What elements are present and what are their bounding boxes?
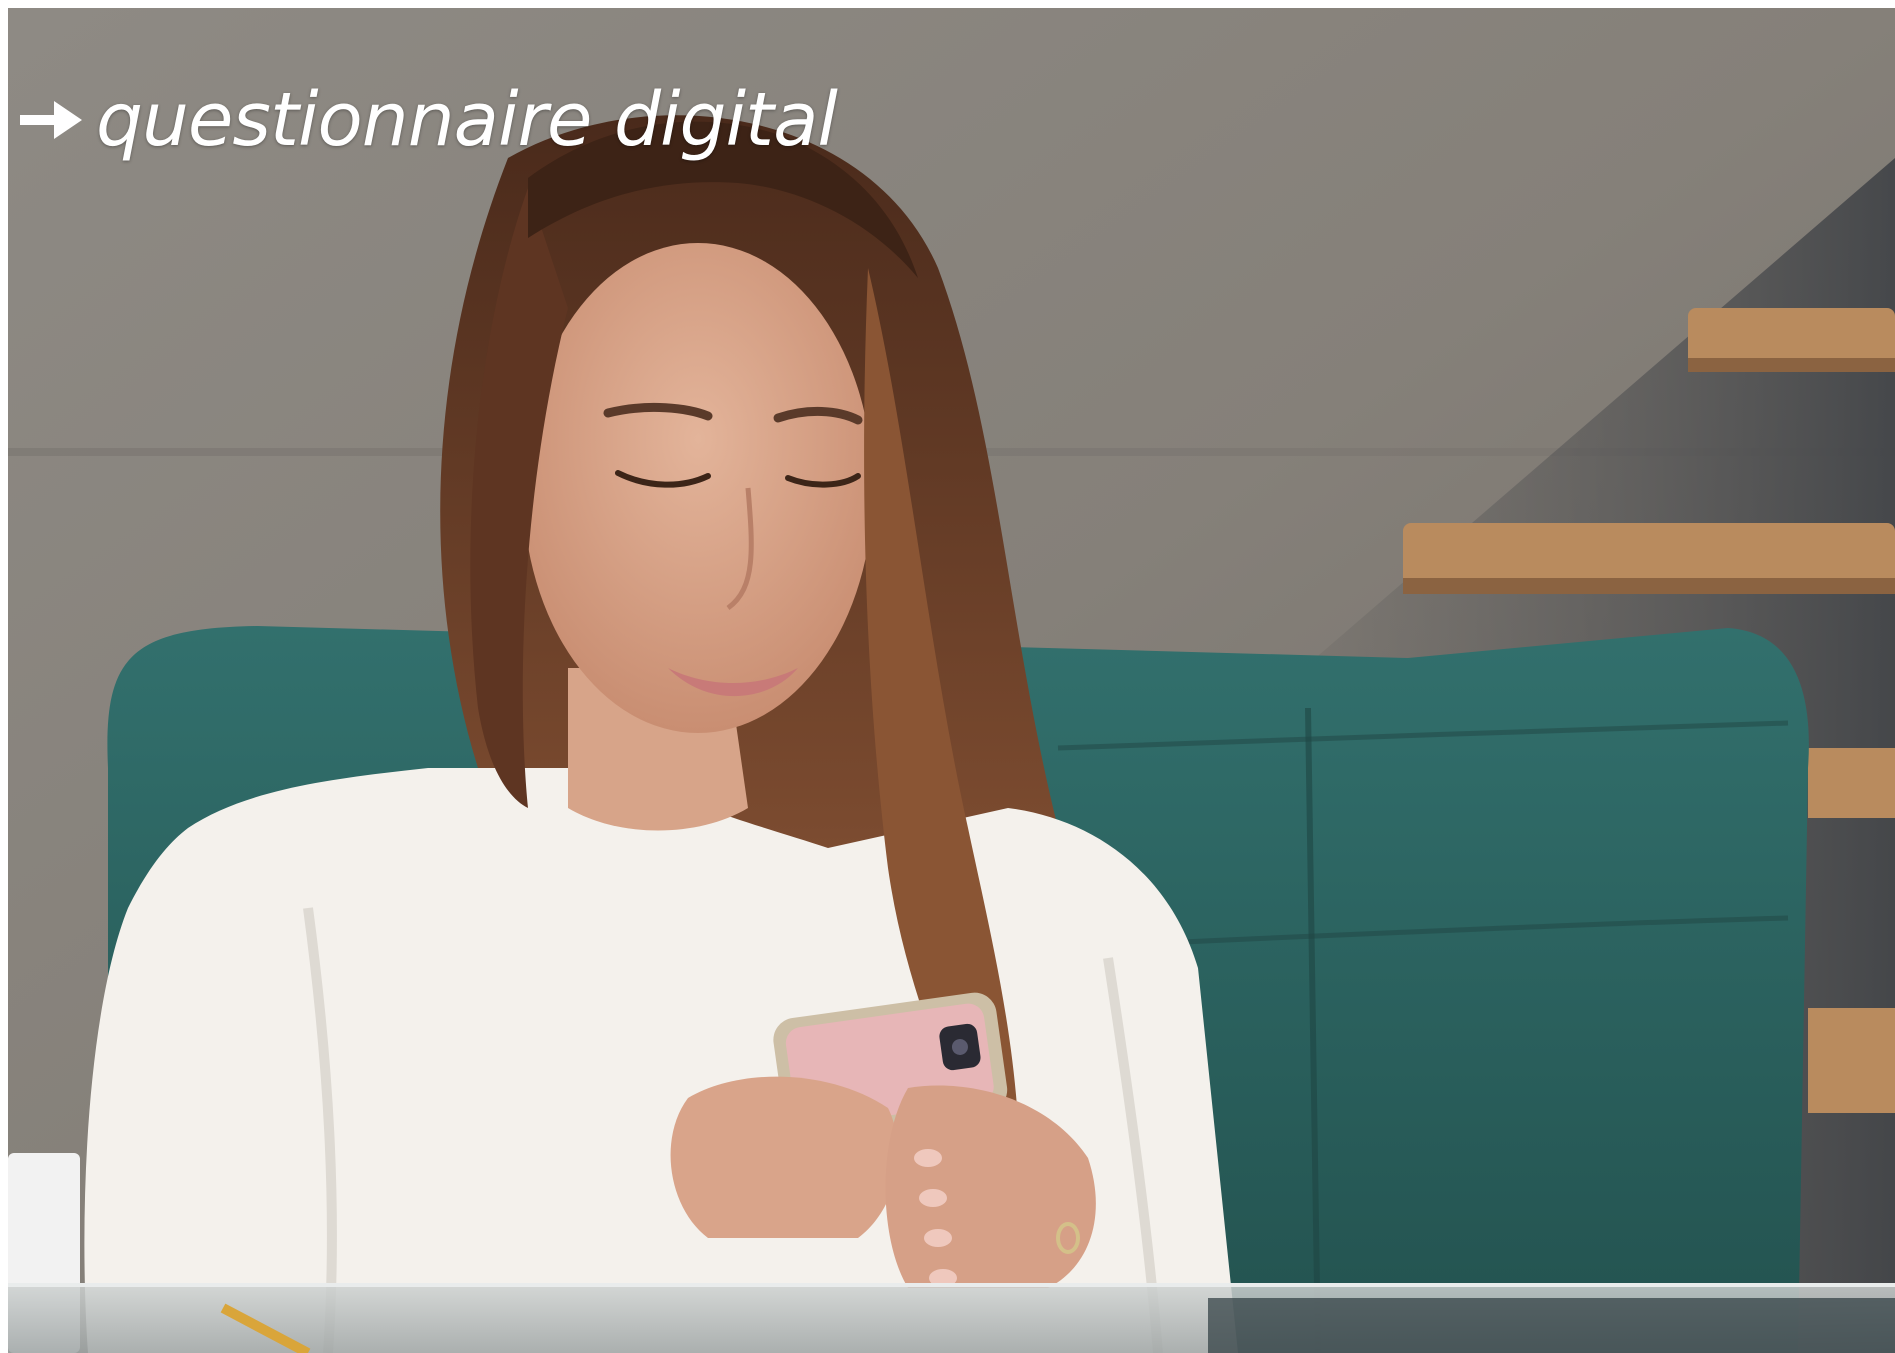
photo-woman-with-phone — [8, 8, 1895, 1353]
right-arrow-icon — [20, 101, 82, 139]
slide-frame: questionnaire digital — [0, 0, 1895, 1353]
caption: questionnaire digital — [18, 70, 838, 170]
caption-text: questionnaire digital — [96, 77, 838, 163]
